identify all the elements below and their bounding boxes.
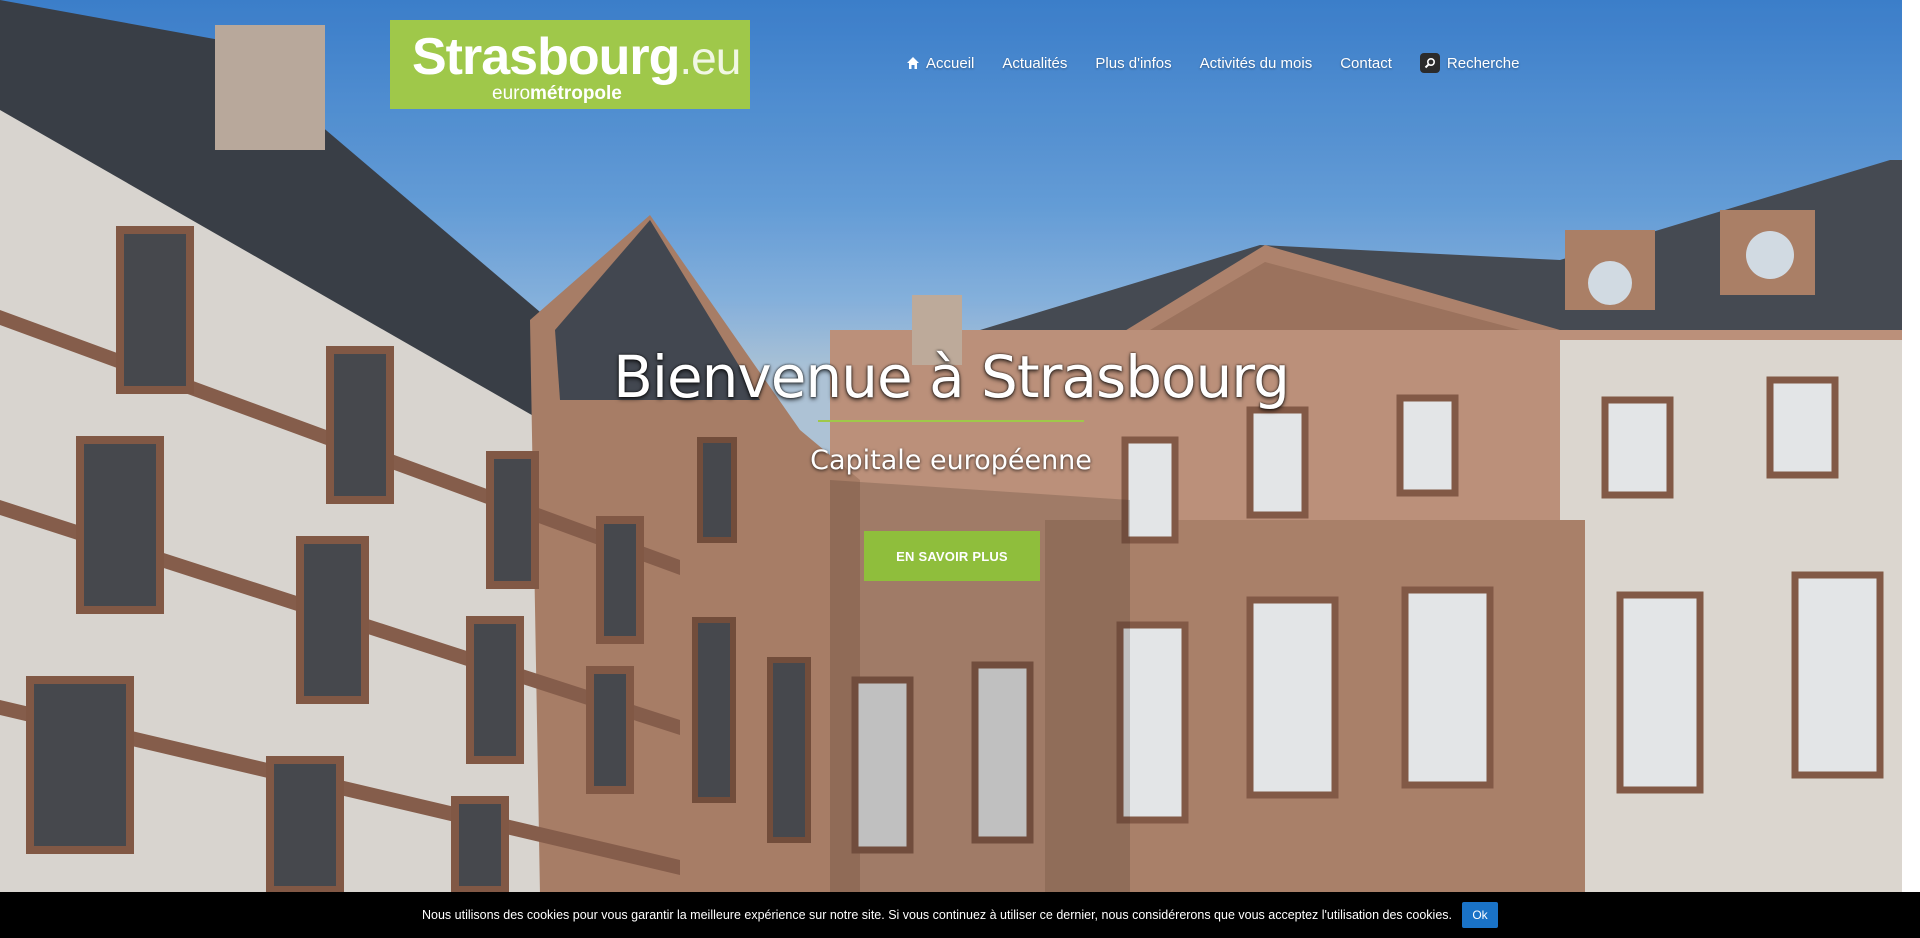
search-icon (1419, 53, 1440, 73)
cookie-ok-button[interactable]: Ok (1462, 902, 1499, 928)
nav-item-activites-du-mois[interactable]: Activités du mois (1200, 55, 1313, 72)
logo-sub-strong: métropole (530, 83, 622, 104)
nav-item-actualites[interactable]: Actualités (1002, 55, 1067, 72)
nav-item-label: Plus d'infos (1095, 54, 1172, 72)
logo-wordmark: Strasbourg .eu (412, 28, 741, 86)
home-icon (907, 57, 919, 69)
logo-sub-prefix: euro (492, 83, 531, 104)
nav-item-label: Accueil (926, 54, 975, 72)
page-edge (1902, 0, 1920, 892)
nav-item-recherche[interactable]: Recherche (1419, 53, 1520, 73)
nav-item-accueil[interactable]: Accueil (906, 55, 974, 72)
main-navigation: Accueil Actualités Plus d'infos Activité… (906, 52, 1547, 74)
site-logo[interactable]: Strasbourg .eu eurométropole (390, 20, 750, 109)
cookie-message: Nous utilisons des cookies pour vous gar… (421, 908, 1453, 922)
hero-subtitle: Capitale européenne (810, 445, 1092, 476)
cookie-consent-bar: Nous utilisons des cookies pour vous gar… (0, 892, 1920, 938)
nav-item-label: Recherche (1446, 54, 1520, 72)
nav-item-label: Activités du mois (1199, 54, 1313, 72)
learn-more-button[interactable]: EN SAVOIR PLUS (864, 531, 1040, 581)
nav-item-plus-dinfos[interactable]: Plus d'infos (1095, 55, 1171, 72)
nav-item-contact[interactable]: Contact (1340, 55, 1392, 72)
logo-subtitle: eurométropole (492, 84, 622, 104)
logo-tld: .eu (679, 32, 741, 84)
hero-title: Bienvenue à Strasbourg (613, 343, 1290, 411)
nav-item-label: Contact (1340, 54, 1392, 72)
logo-name: Strasbourg (412, 28, 680, 86)
nav-item-label: Actualités (1002, 54, 1068, 72)
hero-divider (818, 420, 1084, 422)
